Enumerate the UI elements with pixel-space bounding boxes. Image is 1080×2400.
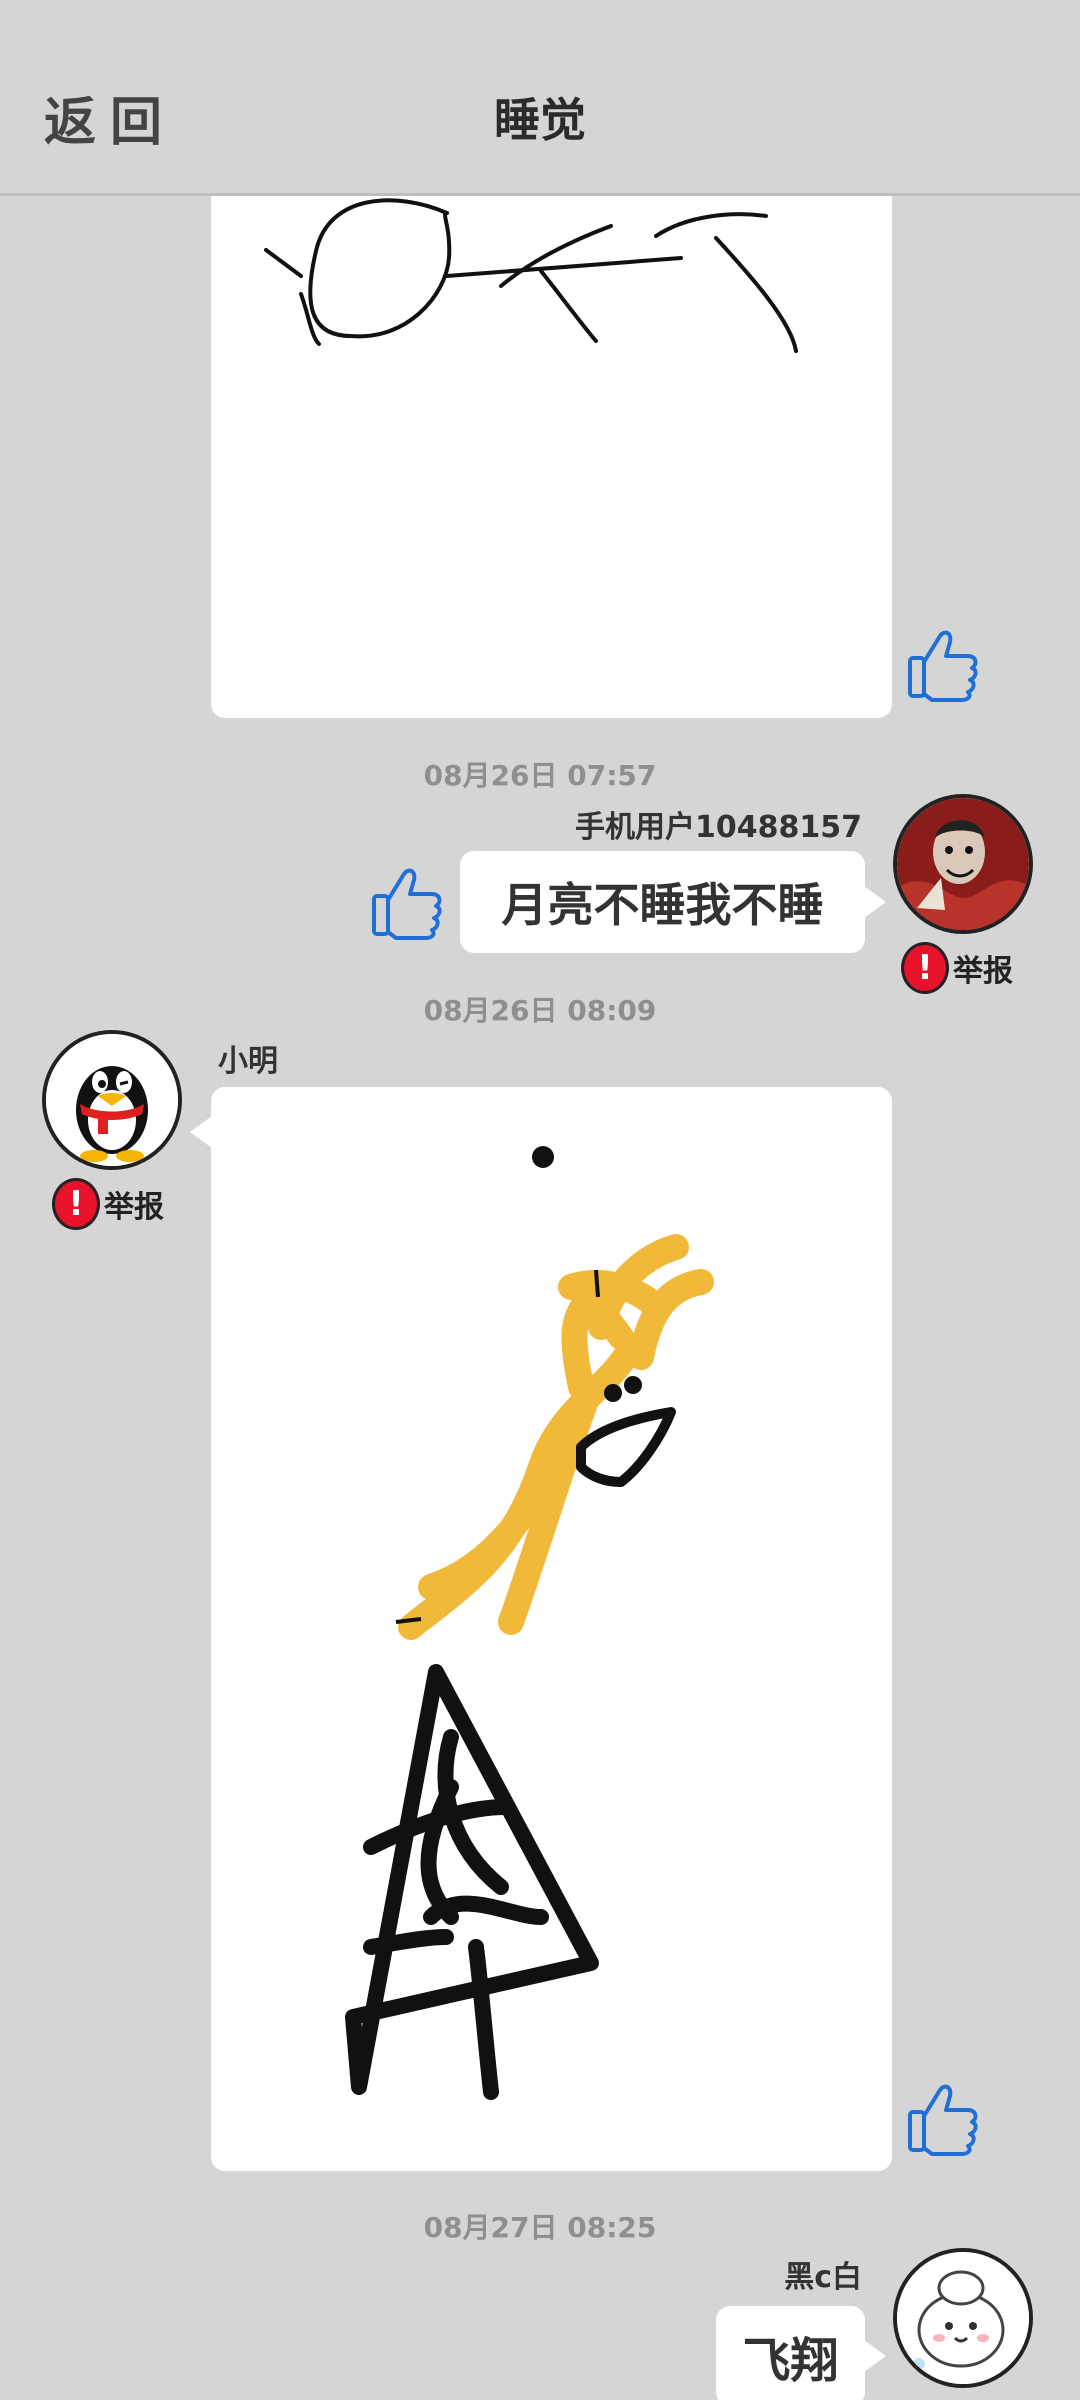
user-avatar[interactable]	[893, 794, 1033, 934]
message-bubble[interactable]: 月亮不睡我不睡	[460, 851, 865, 953]
drawing-card[interactable]	[211, 1087, 892, 2171]
report-label: 举报	[104, 1190, 164, 1225]
page-title: 睡觉	[494, 93, 586, 147]
message-text: 飞翔	[742, 2333, 839, 2389]
report-label: 举报	[953, 954, 1013, 989]
exclamation-icon: !	[52, 1178, 100, 1230]
user-avatar[interactable]	[42, 1030, 182, 1170]
user-avatar[interactable]	[893, 2248, 1033, 2388]
exclamation-icon: !	[901, 942, 949, 994]
message-list[interactable]: 08月26日 07:57 手机用户10488157 ! 举报 月亮不睡我不睡 0…	[0, 196, 1080, 2400]
timestamp: 08月27日 08:25	[423, 2211, 657, 2244]
drawing-card[interactable]	[211, 196, 892, 718]
bubble-tail	[864, 886, 886, 918]
stick-drawing	[264, 198, 798, 353]
thumbs-up-icon[interactable]	[906, 626, 980, 702]
report-button[interactable]: ! 举报	[52, 1178, 164, 1230]
message-bubble[interactable]: 飞翔	[716, 2306, 865, 2400]
report-button[interactable]: ! 举报	[901, 942, 1013, 994]
sender-name: 黑c白	[784, 2260, 862, 2295]
top-bar: 返回 睡觉	[0, 0, 1080, 196]
thumbs-up-icon[interactable]	[906, 2080, 980, 2156]
timestamp: 08月26日 07:57	[423, 759, 657, 792]
bubble-tail	[190, 1116, 212, 1148]
message-text: 月亮不睡我不睡	[501, 878, 824, 932]
thumbs-up-icon[interactable]	[370, 864, 444, 940]
penguin-avatar-image	[46, 1034, 178, 1166]
cartoon-avatar-image	[897, 2252, 1029, 2384]
timestamp: 08月26日 08:09	[423, 994, 657, 1027]
avatar-image	[897, 798, 1029, 930]
sender-name: 小明	[218, 1044, 278, 1079]
bubble-tail	[864, 2340, 886, 2372]
doodle-drawing	[345, 1146, 714, 2100]
sender-name: 手机用户10488157	[575, 810, 862, 845]
